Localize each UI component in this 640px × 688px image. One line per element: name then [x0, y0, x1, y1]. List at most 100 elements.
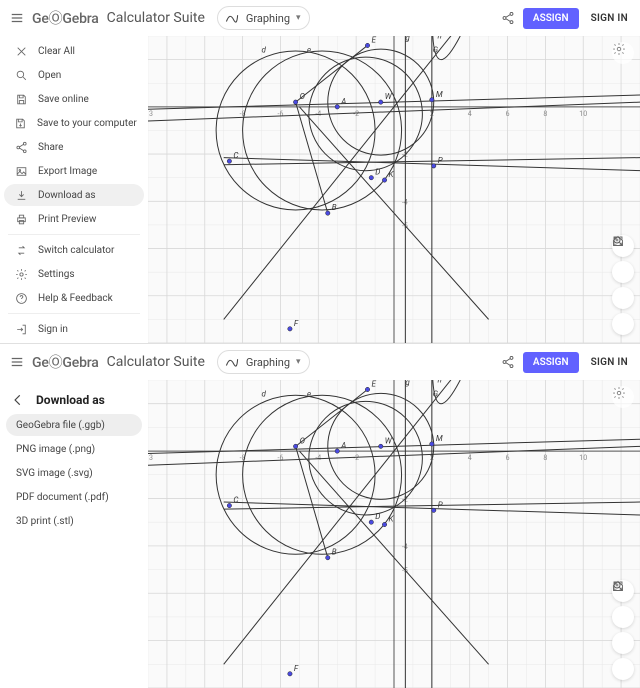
print-icon	[14, 212, 28, 226]
svg-text:4: 4	[468, 110, 472, 118]
svg-text:E: E	[372, 380, 377, 388]
main-menu-sidebar: Clear All Open Save online Save to your com…	[0, 36, 148, 343]
svg-text:G: G	[433, 390, 439, 399]
share-icon[interactable]	[499, 9, 517, 27]
graph-canvas[interactable]: -13-8-6-4-2246810-2-4-5OAEBCWMPDKFdeghG	[148, 380, 640, 688]
back-arrow-icon[interactable]	[10, 392, 26, 408]
svg-text:O: O	[300, 92, 306, 101]
svg-text:-4: -4	[315, 454, 321, 462]
switch-icon	[14, 243, 28, 257]
svg-text:8: 8	[543, 110, 547, 118]
svg-text:6: 6	[506, 110, 510, 118]
graphing-icon	[224, 354, 240, 370]
svg-text:P: P	[438, 156, 443, 165]
svg-text:h: h	[438, 36, 442, 40]
fullscreen-button[interactable]	[612, 313, 634, 335]
download-option[interactable]: PNG image (.png)	[6, 438, 142, 460]
gear-icon[interactable]	[612, 386, 634, 408]
svg-text:g: g	[405, 380, 410, 387]
search-icon	[14, 68, 28, 82]
zoom-in-button[interactable]	[612, 261, 634, 283]
assign-button[interactable]: ASSIGN	[523, 8, 579, 29]
svg-text:G: G	[433, 46, 439, 55]
svg-text:A: A	[340, 97, 346, 106]
share-icon[interactable]	[499, 353, 517, 371]
svg-text:-2: -2	[353, 454, 359, 462]
graph-canvas[interactable]: -13-8-6-4-2246810-2-4-5OAEBCWMPDKFdeghG	[148, 36, 640, 343]
menu-item-label: Switch calculator	[38, 245, 114, 256]
signin-icon	[14, 322, 28, 336]
menu-item-switch[interactable]: Switch calculator	[4, 239, 144, 261]
menu-item-settings[interactable]: Settings	[4, 263, 144, 285]
chevron-down-icon: ▾	[296, 13, 301, 23]
gear-icon[interactable]	[612, 42, 634, 64]
svg-text:6: 6	[506, 454, 510, 462]
svg-text:M: M	[436, 90, 443, 99]
menu-item-share[interactable]: Share	[4, 136, 144, 158]
menu-item-download[interactable]: Download as	[4, 184, 144, 206]
graphing-icon	[224, 10, 240, 26]
export-image-icon	[14, 164, 28, 178]
zoom-out-button[interactable]	[612, 632, 634, 654]
menu-item-print[interactable]: Print Preview	[4, 208, 144, 230]
menu-item-signin[interactable]: Sign in	[4, 318, 144, 340]
menu-item-close[interactable]: Clear All	[4, 40, 144, 62]
app-logo: GeⓄGebra	[32, 8, 99, 28]
download-option[interactable]: 3D print (.stl)	[6, 510, 142, 532]
menu-item-label: Save to your computer	[37, 118, 137, 129]
svg-text:W: W	[385, 92, 393, 101]
menu-item-export-image[interactable]: Export Image	[4, 160, 144, 182]
mode-label: Graphing	[246, 12, 290, 25]
download-icon	[14, 188, 28, 202]
svg-text:B: B	[332, 548, 337, 557]
menu-item-label: Open	[38, 70, 61, 81]
mode-selector[interactable]: Graphing ▾	[217, 350, 310, 374]
download-option[interactable]: SVG image (.svg)	[6, 462, 142, 484]
svg-text:10: 10	[579, 110, 587, 118]
zoom-in-button[interactable]	[612, 606, 634, 628]
svg-text:B: B	[332, 203, 337, 212]
mode-label: Graphing	[246, 356, 290, 369]
svg-text:P: P	[438, 500, 443, 509]
svg-text:e: e	[307, 46, 311, 55]
menu-item-save-local[interactable]: Save to your computer	[4, 112, 144, 134]
svg-text:h: h	[438, 380, 442, 384]
mode-selector[interactable]: Graphing ▾	[217, 6, 310, 30]
menu-item-label: Save online	[38, 94, 89, 105]
menu-item-label: Help & Feedback	[38, 293, 113, 304]
menu-item-label: Export Image	[38, 166, 97, 177]
menu-item-label: Clear All	[38, 46, 75, 57]
menu-item-label: Sign in	[38, 324, 68, 335]
svg-text:E: E	[372, 36, 377, 44]
svg-text:e: e	[307, 390, 311, 399]
svg-text:M: M	[436, 434, 443, 443]
hamburger-menu-icon[interactable]	[8, 353, 26, 371]
menu-item-help[interactable]: Help & Feedback	[4, 287, 144, 309]
svg-text:O: O	[300, 436, 306, 445]
svg-text:-6: -6	[278, 454, 284, 462]
svg-text:-6: -6	[278, 110, 284, 118]
help-icon	[14, 291, 28, 305]
settings-icon	[14, 267, 28, 281]
zoom-out-button[interactable]	[612, 287, 634, 309]
menu-item-save[interactable]: Save online	[4, 88, 144, 110]
svg-text:D: D	[375, 168, 380, 177]
svg-text:-13: -13	[148, 454, 153, 462]
svg-text:W: W	[385, 436, 393, 445]
svg-text:d: d	[262, 46, 267, 55]
svg-text:-2: -2	[353, 110, 359, 118]
signin-link[interactable]: SIGN IN	[591, 357, 628, 368]
app-suite-name: Calculator Suite	[107, 354, 205, 370]
svg-text:F: F	[294, 319, 299, 328]
svg-text:8: 8	[543, 454, 547, 462]
download-option[interactable]: GeoGebra file (.ggb)	[6, 414, 142, 436]
svg-text:-13: -13	[148, 110, 153, 118]
menu-item-label: Print Preview	[38, 214, 96, 225]
download-option[interactable]: PDF document (.pdf)	[6, 486, 142, 508]
fullscreen-button[interactable]	[612, 658, 634, 680]
hamburger-menu-icon[interactable]	[8, 9, 26, 27]
assign-button[interactable]: ASSIGN	[523, 352, 579, 373]
menu-item-search[interactable]: Open	[4, 64, 144, 86]
app-logo: GeⓄGebra	[32, 352, 99, 372]
signin-link[interactable]: SIGN IN	[591, 13, 628, 24]
